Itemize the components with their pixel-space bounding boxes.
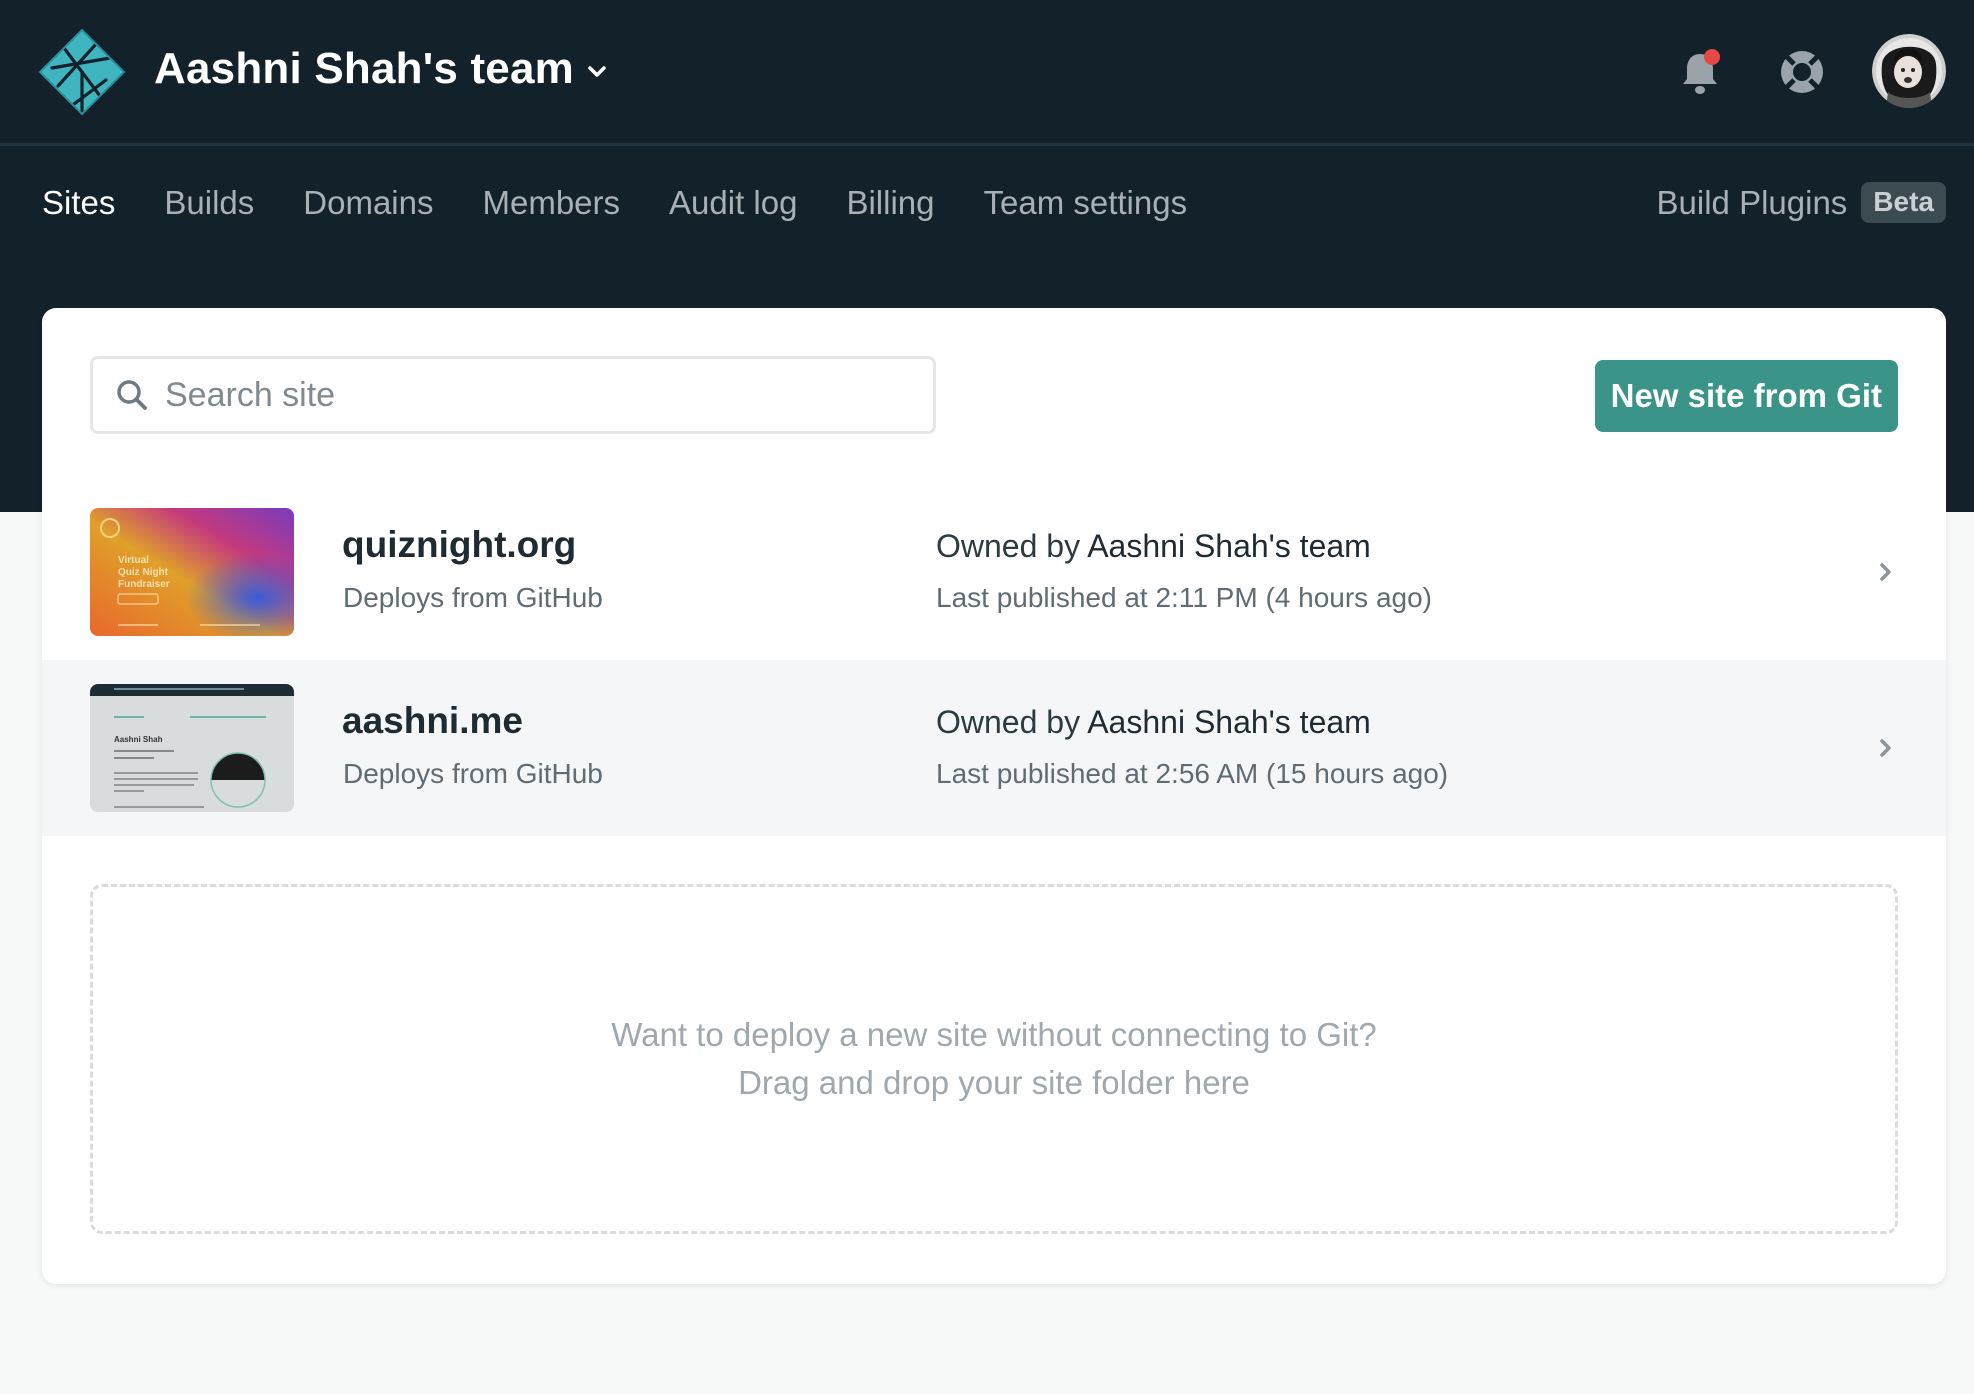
tab-sites[interactable]: Sites [42,184,115,222]
dropzone-line-2: Drag and drop your site folder here [738,1064,1250,1101]
tab-audit-log[interactable]: Audit log [669,184,797,222]
tab-members[interactable]: Members [482,184,620,222]
site-name[interactable]: quiznight.org [342,524,576,566]
team-name: Aashni Shah's team [154,44,574,93]
tab-build-plugins[interactable]: Build Plugins Beta [1657,182,1946,223]
thumb-text-2: Quiz Night [118,567,169,578]
site-owner: Owned by Aashni Shah's team [936,704,1371,740]
site-thumbnail: Aashni Shah [90,684,294,812]
notification-dot [1704,49,1720,65]
search-box[interactable] [90,356,936,434]
tab-domains[interactable]: Domains [303,184,433,222]
team-nav: Sites Builds Domains Members Audit log B… [42,184,1236,222]
site-row-quiznight[interactable]: Virtual Quiz Night Fundraiser quiznight.… [42,508,1946,684]
thumb-text-3: Fundraiser [118,579,170,590]
site-last-published: Last published at 2:11 PM (4 hours ago) [936,582,1433,613]
new-site-from-git-button[interactable]: New site from Git [1594,360,1898,432]
chevron-right-icon [1880,739,1891,757]
site-deploy-source: Deploys from GitHub [343,758,603,789]
thumb-text-1: Virtual [118,555,149,566]
build-plugins-label: Build Plugins [1656,183,1848,221]
netlify-logo-icon[interactable] [38,28,126,116]
team-switcher[interactable]: Aashni Shah's team [154,44,608,94]
tab-team-settings[interactable]: Team settings [984,184,1188,222]
site-name[interactable]: aashni.me [342,700,523,742]
bell-icon[interactable] [1672,44,1728,100]
site-thumbnail: Virtual Quiz Night Fundraiser [90,508,294,636]
avatar[interactable] [1872,34,1946,108]
site-deploy-source: Deploys from GitHub [343,582,603,613]
sites-card: New site from Git Virtual Quiz Night [42,308,1946,1284]
tab-builds[interactable]: Builds [164,184,254,222]
chevron-down-icon [588,66,606,77]
site-owner: Owned by Aashni Shah's team [936,528,1371,564]
thumb-heading: Aashni Shah [114,735,163,744]
drag-drop-zone[interactable]: Want to deploy a new site without connec… [90,884,1898,1234]
dropzone-line-1: Want to deploy a new site without connec… [611,1016,1377,1053]
site-last-published: Last published at 2:56 AM (15 hours ago) [936,758,1449,789]
chevron-right-icon [1880,563,1891,581]
lifebuoy-icon[interactable] [1774,44,1830,100]
search-input[interactable] [163,374,907,416]
beta-badge: Beta [1861,182,1946,223]
top-bar: Aashni Shah's team [0,0,1974,146]
site-row-aashni[interactable]: Aashni Shah aashni.me Deploys from GitHu… [42,660,1946,836]
tab-billing[interactable]: Billing [846,184,934,222]
search-icon [117,380,147,410]
